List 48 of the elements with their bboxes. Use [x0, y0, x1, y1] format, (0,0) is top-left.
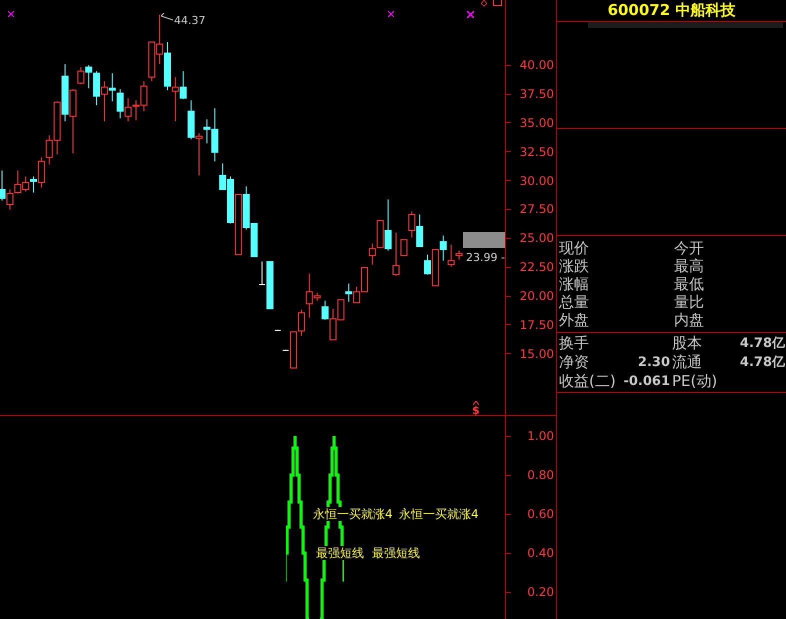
- candlestick: [274, 329, 282, 332]
- cross-marker-icon: [8, 11, 14, 17]
- indicator-axis-label: 0.80: [527, 468, 555, 482]
- stat-value: 2.30: [638, 354, 670, 372]
- quote-label: 今开: [674, 238, 704, 258]
- signal-label: 永恒一买就涨4: [313, 507, 393, 521]
- price-highlight-bar: [463, 232, 505, 248]
- quote-label: 涨跌: [559, 256, 590, 276]
- quote-label: 内盘: [674, 310, 704, 331]
- cross-marker-icon: [388, 11, 394, 17]
- price-axis-label: 20.00: [520, 289, 555, 304]
- stat-label: PE(动): [672, 371, 718, 392]
- price-axis-label: 35.00: [520, 116, 555, 130]
- stat-value: 4.78亿: [740, 334, 785, 353]
- stat-label: 换手: [559, 333, 590, 354]
- price-axis-label: 30.00: [520, 174, 555, 188]
- stat-value: 4.78亿: [740, 354, 785, 372]
- signal-label: 最强短线: [372, 546, 420, 560]
- price-axis-label: 40.00: [520, 58, 555, 72]
- stat-label: 净资: [559, 352, 590, 374]
- price-axis-label: 22.50: [520, 260, 555, 274]
- indicator-axis-label: 0.20: [527, 585, 555, 599]
- caret-icon: [472, 401, 479, 405]
- indicator-axis-label: 1.00: [527, 429, 555, 443]
- cross-marker-icon: [467, 11, 474, 18]
- quote-label: 现价: [559, 238, 590, 258]
- diamond-icon: [479, 0, 489, 7]
- price-axis-label: 25.00: [520, 231, 555, 246]
- leader-line: [161, 13, 173, 21]
- last-price-label: 23.99 -: [466, 251, 505, 265]
- price-axis-label: 37.50: [520, 87, 555, 101]
- price-axis-label: 15.00: [520, 346, 555, 361]
- price-axis-label: 27.50: [520, 202, 555, 216]
- stat-label: 股本: [672, 333, 702, 354]
- signal-dollar: $: [472, 405, 480, 416]
- quote-label: 量比: [674, 292, 704, 312]
- signal-label: 永恒一买就涨4: [399, 507, 479, 521]
- stat-value: -0.061: [623, 372, 670, 391]
- price-axis-label: 17.50: [520, 318, 555, 332]
- stat-label: 收益(二): [559, 371, 617, 392]
- signal-label: 最强短线: [316, 546, 364, 560]
- indicator-axis-label: 0.60: [527, 507, 555, 521]
- quote-label: 涨幅: [559, 274, 590, 294]
- stat-label: 流通: [672, 352, 702, 374]
- high-price-label: 44.37: [174, 14, 206, 28]
- stock-title: 600072 中船科技: [608, 0, 736, 22]
- indicator-axis-label: 0.40: [527, 546, 555, 560]
- price-axis-label: 32.50: [520, 144, 555, 159]
